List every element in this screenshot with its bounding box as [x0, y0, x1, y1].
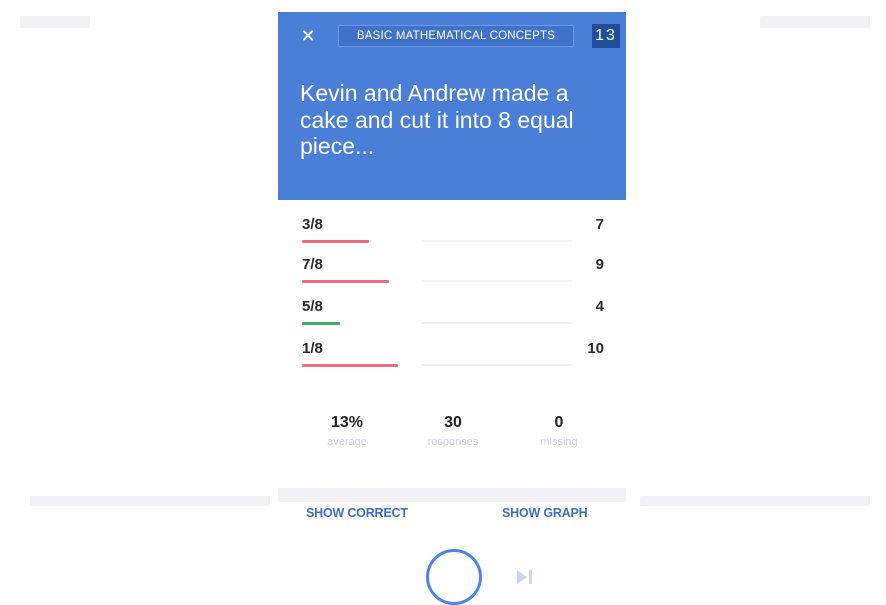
- category-label: BASIC MATHEMATICAL CONCEPTS: [338, 25, 574, 47]
- row-divider: [422, 322, 572, 324]
- answer-row: 7/8 9: [302, 256, 608, 288]
- background-blur: [760, 16, 870, 28]
- answer-bar: [302, 322, 340, 325]
- stat-value: 30: [444, 414, 462, 431]
- background-blur: [30, 496, 270, 506]
- background-blur: [278, 488, 626, 502]
- answer-row: 5/8 4: [302, 298, 608, 330]
- stat-average: 13% average: [297, 414, 397, 448]
- stat-value: 13%: [330, 414, 364, 431]
- answer-label: 7/8: [302, 256, 323, 273]
- answer-label: 3/8: [302, 216, 323, 233]
- answer-bar: [302, 364, 398, 367]
- question-count-badge: 13: [592, 24, 620, 48]
- answer-count: 7: [595, 216, 604, 233]
- record-circle-icon[interactable]: [426, 549, 482, 605]
- skip-next-icon[interactable]: [514, 566, 536, 588]
- stat-missing: 0 missing: [509, 414, 609, 448]
- row-divider: [422, 364, 572, 366]
- stat-caption: average: [327, 436, 367, 448]
- stat-caption: responses: [427, 436, 479, 448]
- answer-row: 3/8 7: [302, 216, 608, 248]
- answer-bar: [302, 240, 369, 243]
- stat-value: 0: [554, 414, 564, 431]
- answer-count: 4: [595, 298, 604, 315]
- row-divider: [422, 240, 572, 242]
- background-blur: [20, 16, 90, 28]
- close-icon[interactable]: ✕: [298, 26, 318, 46]
- answer-count: 9: [595, 256, 604, 273]
- answer-label: 5/8: [302, 298, 323, 315]
- show-correct-button[interactable]: SHOW CORRECT: [306, 506, 408, 520]
- question-text: Kevin and Andrew made a cake and cut it …: [300, 80, 574, 159]
- answer-bar: [302, 280, 389, 283]
- answer-count: 10: [587, 340, 604, 357]
- background-blur: [640, 496, 870, 506]
- stat-caption: missing: [540, 436, 578, 448]
- answer-label: 1/8: [302, 340, 323, 357]
- row-divider: [422, 280, 572, 282]
- answer-row: 1/8 10: [302, 340, 608, 372]
- show-graph-button[interactable]: SHOW GRAPH: [502, 506, 588, 520]
- stat-responses: 30 responses: [403, 414, 503, 448]
